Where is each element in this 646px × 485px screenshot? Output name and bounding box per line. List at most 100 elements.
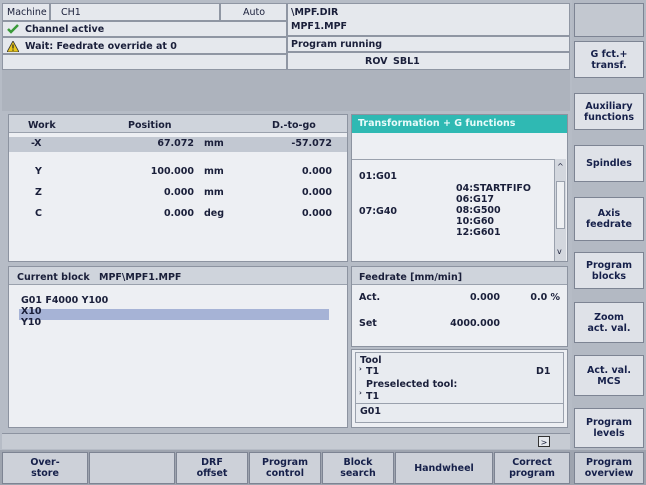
softkey-drf-offset[interactable]: DRF offset <box>176 452 248 484</box>
tool-box: Tool › T1 D1 Preselected tool: › T1 G01 <box>355 352 564 423</box>
tool-gcode: G01 <box>360 406 382 417</box>
softkey-spindles[interactable]: Spindles <box>574 145 644 182</box>
softkey-program-overview[interactable]: Program overview <box>574 452 644 484</box>
axis-row[interactable]: -X 67.072 mm -57.072 <box>9 137 347 152</box>
axis-dtogo: 0.000 <box>301 166 332 177</box>
feedrate-title: Feedrate [mm/min] <box>359 272 463 283</box>
flag-sbl: SBL1 <box>393 56 420 67</box>
status-bar: > <box>2 433 570 449</box>
channel-cell: CH1 <box>50 3 220 21</box>
gfunc-line: 08:G500 <box>456 205 501 216</box>
preselected-arrow-icon: › <box>359 389 362 397</box>
axis-dtogo: 0.000 <box>301 187 332 198</box>
col-work: Work <box>28 120 56 131</box>
softkey-zoom-act-val[interactable]: Zoom act. val. <box>574 302 644 343</box>
gfunc-line: 10:G60 <box>456 216 495 227</box>
tool-preselected-label: Preselected tool: <box>366 379 458 390</box>
channel-status-cell: Channel active <box>2 21 287 37</box>
gfunc-header-divider <box>352 159 554 160</box>
block-line-active: X10 <box>21 306 42 317</box>
feed-act-value: 0.000 <box>469 292 500 303</box>
tool-panel: Tool › T1 D1 Preselected tool: › T1 G01 <box>351 349 568 428</box>
operating-mode: Auto <box>243 7 266 18</box>
axis-name: Y <box>35 166 42 177</box>
axis-position: 0.000 <box>163 187 194 198</box>
alarm-text: Wait: Feedrate override at 0 <box>25 41 177 52</box>
block-line: Y10 <box>21 317 42 328</box>
axis-name: -X <box>31 138 42 149</box>
machine-label-cell: Machine <box>2 3 50 21</box>
channel-ok-icon <box>7 24 19 34</box>
program-path-file: MPF1.MPF <box>291 21 348 32</box>
header-separator <box>2 70 570 111</box>
position-panel: Work Position D.-to-go -X 67.072 mm -57.… <box>8 114 348 262</box>
feed-act-percent: 0.0 % <box>530 292 560 303</box>
scroll-thumb[interactable] <box>556 181 565 229</box>
axis-unit: deg <box>204 208 225 219</box>
gfunc-scrollbar[interactable]: ^ v <box>554 159 566 261</box>
feedrate-header: Feedrate [mm/min] <box>352 267 567 285</box>
flags-cell: ROV SBL1 <box>287 52 570 70</box>
axis-unit: mm <box>204 166 224 177</box>
position-panel-header: Work Position D.-to-go <box>9 115 347 133</box>
flag-rov: ROV <box>365 56 388 67</box>
softkey-auxiliary-functions[interactable]: Auxiliary functions <box>574 93 644 130</box>
softkey-gfct-transf[interactable]: G fct.+ transf. <box>574 41 644 78</box>
warning-icon <box>6 40 20 53</box>
program-status-text: Program running <box>291 39 383 50</box>
axis-dtogo: 0.000 <box>301 208 332 219</box>
softkey-program-blocks[interactable]: Program blocks <box>574 252 644 289</box>
vertical-softkey-top <box>574 3 644 37</box>
softkey-block-search[interactable]: Block search <box>322 452 394 484</box>
alarm-cell: Wait: Feedrate override at 0 <box>2 37 287 54</box>
axis-dtogo: -57.072 <box>291 138 332 149</box>
tool-title: Tool <box>360 355 382 366</box>
axis-unit: mm <box>204 138 224 149</box>
tool-preselected: T1 <box>366 391 380 402</box>
chevron-right-icon[interactable]: > <box>538 436 550 447</box>
gfunc-line: 04:STARTFIFO <box>456 183 531 194</box>
softkey-overstore[interactable]: Over- store <box>2 452 88 484</box>
current-block-program: MPF\MPF1.MPF <box>99 272 182 283</box>
axis-name: C <box>35 208 42 219</box>
tool-number: T1 <box>366 366 380 377</box>
feed-act-label: Act. <box>359 292 381 303</box>
block-line: G01 F4000 Y100 <box>21 295 109 306</box>
axis-row[interactable]: Z 0.000 mm 0.000 <box>9 186 347 201</box>
current-block-header: Current block MPF\MPF1.MPF <box>9 267 347 285</box>
axis-position: 67.072 <box>157 138 194 149</box>
gfunc-line: 06:G17 <box>456 194 495 205</box>
axis-row[interactable]: Y 100.000 mm 0.000 <box>9 165 347 180</box>
program-status-cell: Program running <box>287 36 570 52</box>
softkey-empty[interactable] <box>89 452 175 484</box>
feedrate-panel: Feedrate [mm/min] Act. 0.000 0.0 % Set 4… <box>351 266 568 347</box>
softkey-axis-feedrate[interactable]: Axis feedrate <box>574 197 644 241</box>
axis-position: 0.000 <box>163 208 194 219</box>
softkey-program-levels[interactable]: Program levels <box>574 408 644 448</box>
feed-set-label: Set <box>359 318 377 329</box>
channel-name: CH1 <box>61 7 81 18</box>
program-path-cell: \MPF.DIR MPF1.MPF <box>287 3 570 36</box>
mode-cell: Auto <box>220 3 287 21</box>
axis-position: 100.000 <box>150 166 194 177</box>
col-dtogo: D.-to-go <box>272 120 316 131</box>
gfunc-left-2: 07:G40 <box>359 206 398 217</box>
feed-set-value: 4000.000 <box>450 318 500 329</box>
axis-row[interactable]: C 0.000 deg 0.000 <box>9 207 347 222</box>
header-filler <box>2 54 287 70</box>
softkey-act-val-mcs[interactable]: Act. val. MCS <box>574 355 644 396</box>
softkey-program-control[interactable]: Program control <box>249 452 321 484</box>
softkey-handwheel[interactable]: Handwheel <box>395 452 493 484</box>
gfunc-right-list: 04:STARTFIFO 06:G17 08:G500 10:G60 12:G6… <box>456 183 556 238</box>
gfunc-title: Transformation + G functions <box>358 118 516 129</box>
scroll-up-icon[interactable]: ^ <box>557 162 564 171</box>
gfunc-header: Transformation + G functions <box>352 115 567 133</box>
block-lines: G01 F4000 Y100 X10 Y10 <box>21 295 108 328</box>
tool-d-value: D1 <box>536 366 551 377</box>
gfunc-left-1: 01:G01 <box>359 171 398 182</box>
softkey-correct-program[interactable]: Correct program <box>494 452 570 484</box>
tool-arrow-icon: › <box>359 365 362 373</box>
scroll-down-icon[interactable]: v <box>557 247 562 256</box>
machine-label: Machine <box>7 7 47 18</box>
gfunc-panel: Transformation + G functions 01:G01 07:G… <box>351 114 568 262</box>
